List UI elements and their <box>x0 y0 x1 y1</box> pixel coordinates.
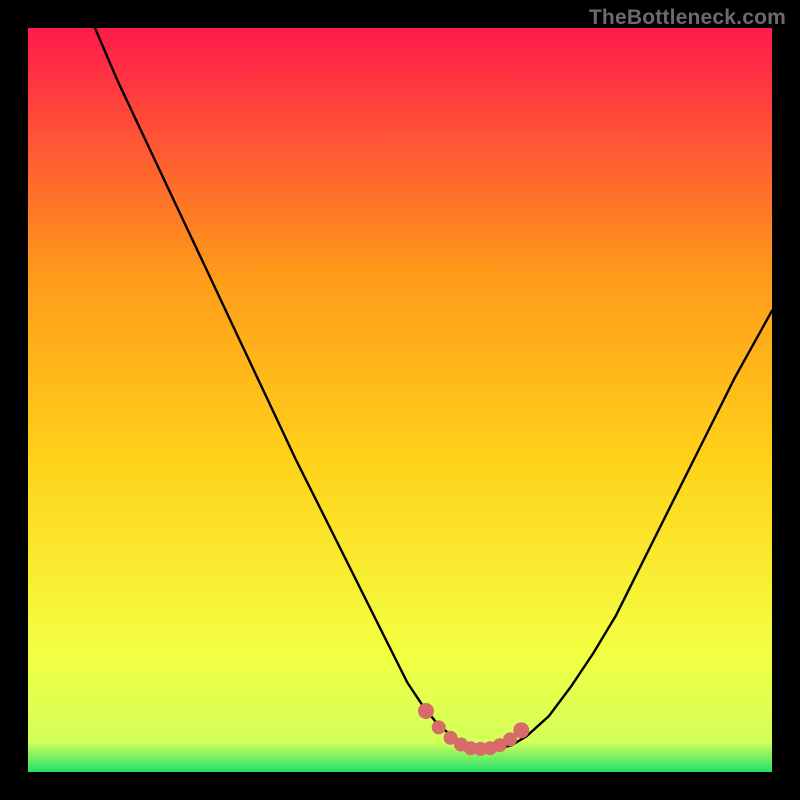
plot-area <box>28 28 772 772</box>
curve-marker <box>419 704 434 719</box>
gradient-background <box>28 28 772 772</box>
curve-marker <box>504 733 517 746</box>
curve-marker <box>514 723 529 738</box>
attribution-text: TheBottleneck.com <box>589 6 786 30</box>
curve-marker <box>432 721 445 734</box>
chart-frame: TheBottleneck.com <box>0 0 800 800</box>
plot-svg <box>28 28 772 772</box>
